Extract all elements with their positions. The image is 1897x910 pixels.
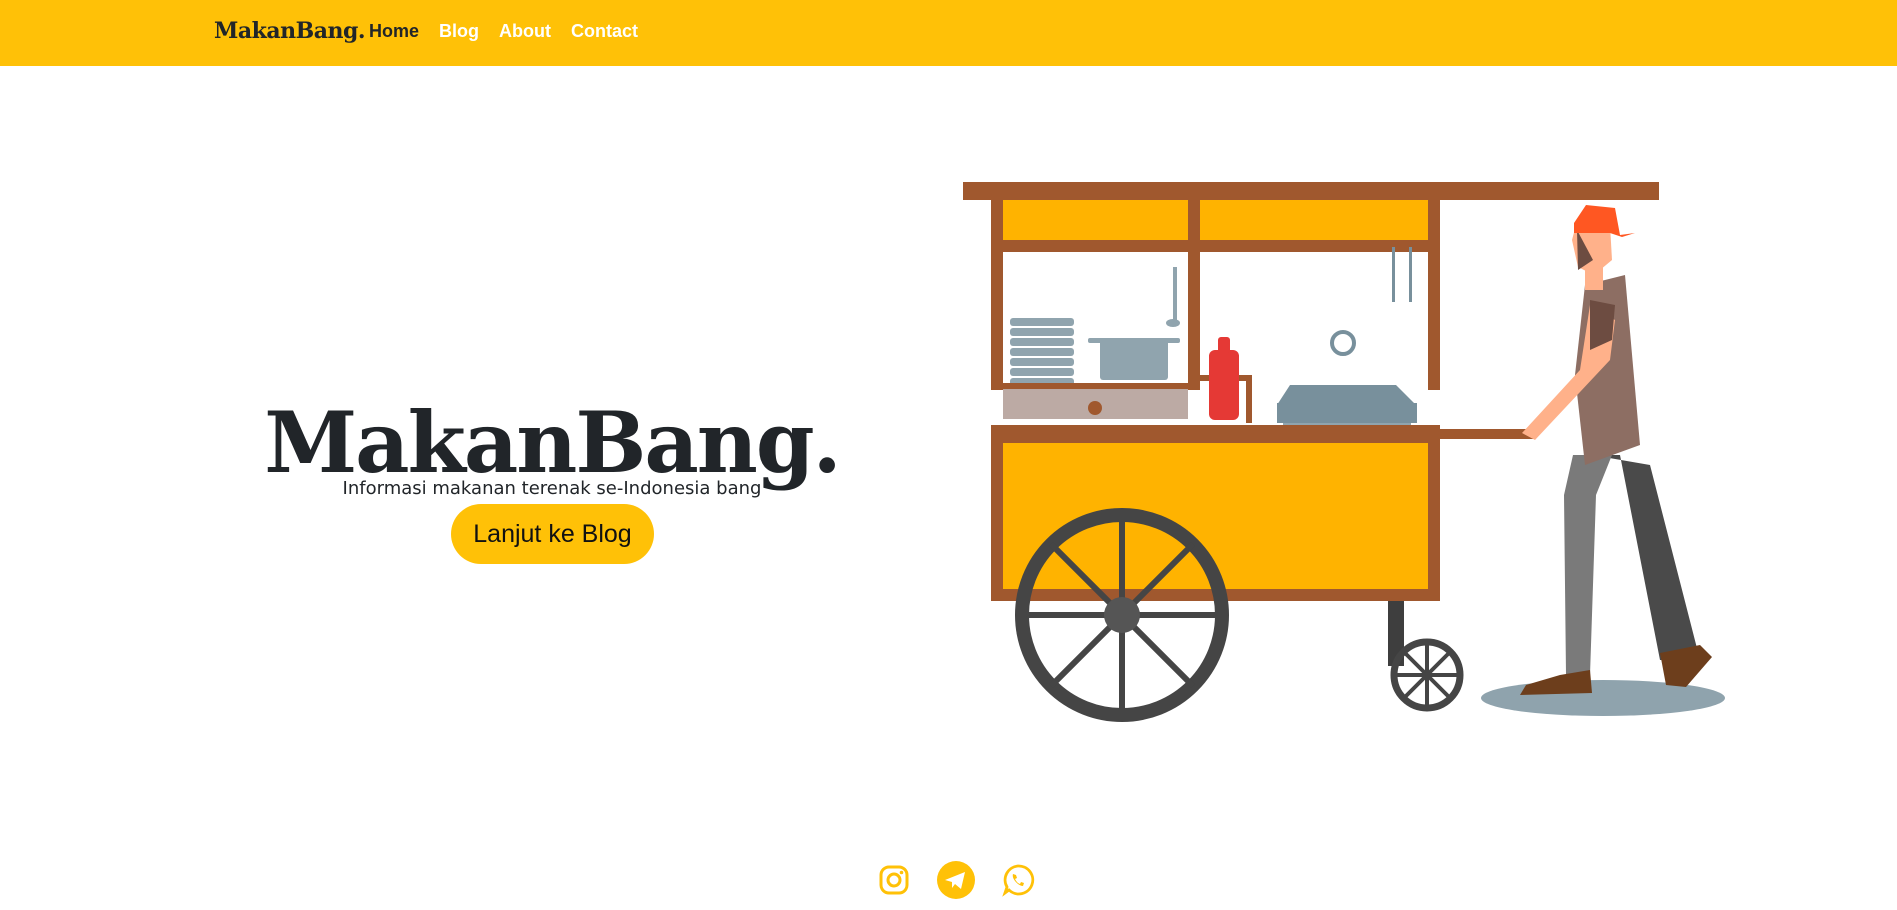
sauce-bottle [1209,350,1239,420]
social-links [874,860,1038,900]
cart-top-panel-left [1003,200,1188,240]
vendor-man [1520,205,1712,695]
steamer-pot [1277,330,1417,435]
knife [1392,247,1395,302]
navbar: MakanBang. Home Blog About Contact [0,0,1897,66]
cart-post-middle [1188,200,1200,390]
cart-handle [1418,429,1533,439]
telegram-icon[interactable] [936,860,976,900]
cart-top-panel-right [1200,200,1428,240]
nav-home-link[interactable]: Home [369,21,419,42]
big-wheel [1015,508,1229,722]
cart-roof [963,182,1659,200]
pot [1100,340,1168,380]
cart-counter-beam [991,425,1440,439]
cart-post-left [991,200,1003,390]
plates-stack [1010,318,1074,386]
hero-subtitle: Informasi makanan terenak se-Indonesia b… [342,478,762,499]
nav-blog-link[interactable]: Blog [439,21,479,42]
shadow-ellipse [1481,680,1725,716]
hero-title: MakanBang. [264,393,842,493]
nav-about-link[interactable]: About [499,21,551,42]
fork [1409,247,1412,302]
food-cart-illustration [963,182,1725,722]
brand-logo[interactable]: MakanBang. [214,18,366,44]
nav-contact-link[interactable]: Contact [571,21,638,42]
nav-links: Home Blog About Contact [369,21,638,42]
instagram-icon[interactable] [874,860,914,900]
small-wheel [1390,638,1464,712]
cart-post-right [1428,200,1440,390]
whatsapp-icon[interactable] [998,860,1038,900]
ladle [1173,267,1177,322]
cart-top-beam [991,240,1440,252]
blog-cta-button[interactable]: Lanjut ke Blog [451,504,654,564]
